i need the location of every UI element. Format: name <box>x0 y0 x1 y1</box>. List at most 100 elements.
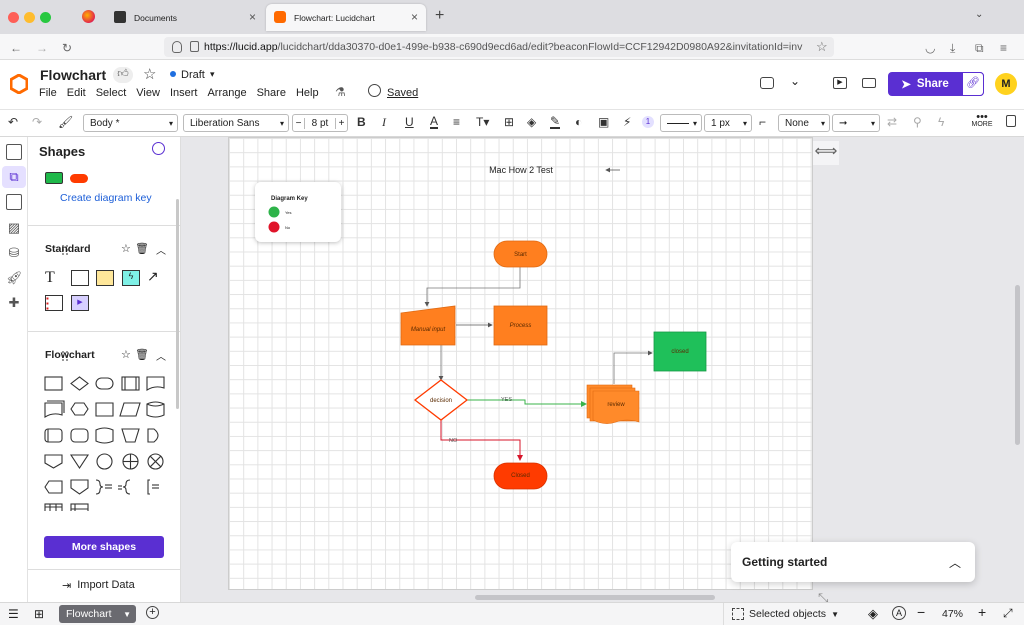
lock-icon[interactable] <box>190 41 199 52</box>
trash-icon[interactable]: 🗑︎ <box>135 348 149 361</box>
diagram-page[interactable]: Mac How 2 Test Diagram Key Yes No YES NO… <box>228 137 813 590</box>
align-icon[interactable]: ≡ <box>453 115 460 129</box>
action-shape[interactable]: ϟ <box>122 270 140 286</box>
swap-icon[interactable]: ⇄ <box>887 115 897 129</box>
sticky-note-shape[interactable] <box>96 270 114 286</box>
zoom-level[interactable]: 47% <box>942 608 963 620</box>
underline-icon[interactable]: U <box>405 115 414 129</box>
grid-view-icon[interactable]: ⊞ <box>34 607 44 621</box>
download-icon[interactable]: ⤓ <box>950 41 955 56</box>
chevron-down-icon[interactable]: ▾ <box>210 69 215 80</box>
undo-icon[interactable]: ↶ <box>8 115 18 129</box>
pocket-icon[interactable]: ◡ <box>925 41 935 55</box>
canvas-horizontal-scrollbar[interactable] <box>475 595 715 600</box>
pages-icon[interactable] <box>6 144 22 160</box>
text-shape[interactable]: T <box>45 269 63 286</box>
line-style-select[interactable]: ▾ <box>660 114 702 132</box>
back-icon[interactable]: ← <box>10 41 22 55</box>
video-call-icon[interactable] <box>862 78 876 88</box>
document-title[interactable]: Flowchart <box>40 67 106 83</box>
getting-started-panel[interactable]: Getting started ︿ <box>731 542 975 582</box>
close-tab-icon[interactable]: × <box>249 10 256 24</box>
bold-icon[interactable]: B <box>357 115 366 129</box>
action-icon[interactable]: ϟ <box>938 115 944 129</box>
decrease-font-icon[interactable]: − <box>293 117 305 129</box>
reload-icon[interactable]: ↻ <box>62 41 72 55</box>
panel-scrollbar[interactable] <box>176 199 179 409</box>
chevron-down-icon[interactable]: ⌄ <box>790 74 800 88</box>
fullscreen-icon[interactable]: ⤢ <box>1003 606 1013 621</box>
fill-color-icon[interactable]: ◈ <box>527 115 536 129</box>
menu-select[interactable]: Select <box>96 87 127 99</box>
rectangle-shape[interactable] <box>71 270 89 286</box>
standard-section-title[interactable]: Standard <box>45 243 91 255</box>
shapes-icon[interactable]: ⧉ <box>6 169 22 185</box>
lucid-logo-icon[interactable] <box>10 74 28 94</box>
layers-icon[interactable]: ◈ <box>868 606 878 622</box>
share-button[interactable]: ➤ Share <box>888 72 962 96</box>
chevron-up-icon[interactable]: ︿ <box>156 348 166 363</box>
node-decision[interactable]: decision <box>413 379 469 421</box>
create-diagram-key-link[interactable]: Create diagram key <box>60 192 152 204</box>
text-options-icon[interactable]: T▾ <box>476 115 489 129</box>
connector-yes[interactable] <box>467 399 587 407</box>
text-color-icon[interactable]: A <box>430 115 439 129</box>
menu-edit[interactable]: Edit <box>67 87 86 99</box>
menu-help[interactable]: Help <box>296 87 319 99</box>
node-manual-input[interactable]: Manual input <box>400 305 456 346</box>
present-icon[interactable]: ▶ <box>833 77 847 89</box>
menu-view[interactable]: View <box>136 87 160 99</box>
list-shape[interactable]: ▪︎ ▪︎ ▪︎ <box>45 295 63 313</box>
zoom-out-icon[interactable]: − <box>917 604 925 620</box>
more-button[interactable]: ••• MORE <box>966 112 998 129</box>
magic-wand-icon[interactable]: ⚡︎ <box>623 115 631 129</box>
saved-status[interactable]: Saved <box>387 87 418 99</box>
page-tab-flowchart[interactable]: Flowchart ▼ <box>59 605 136 623</box>
copy-link-button[interactable]: 🔗︎ <box>962 72 984 96</box>
canvas-vertical-scrollbar[interactable] <box>1015 285 1020 445</box>
chevron-up-icon[interactable]: ︿ <box>156 242 166 257</box>
line-color-icon[interactable]: ✎ <box>550 115 561 129</box>
chevron-up-icon[interactable]: ︿ <box>949 554 961 571</box>
italic-icon[interactable]: I <box>382 115 386 130</box>
add-page-icon[interactable]: + <box>146 606 159 619</box>
shape-options-icon[interactable]: ▣ <box>598 115 609 129</box>
tab-flowchart[interactable]: Flowchart: Lucidchart × <box>266 4 426 31</box>
key-swatch-green[interactable] <box>45 172 63 184</box>
search-icon[interactable] <box>152 142 165 155</box>
node-closed-terminal[interactable]: Closed <box>493 462 548 490</box>
history-clock-icon[interactable] <box>368 84 381 97</box>
maximize-window-button[interactable] <box>40 12 51 23</box>
node-process[interactable]: Process <box>493 305 548 346</box>
font-size-value[interactable]: 8 pt <box>305 118 335 129</box>
tab-documents[interactable]: Documents × <box>106 4 264 31</box>
key-swatch-red[interactable] <box>70 174 88 183</box>
new-tab-icon[interactable]: + <box>435 7 444 25</box>
import-data-button[interactable]: ⇥ Import Data <box>62 579 135 592</box>
tab-list-chevron-icon[interactable]: ⌄ <box>975 9 983 20</box>
page-list-icon[interactable]: ☰ <box>8 607 19 621</box>
comment-icon[interactable] <box>760 77 774 89</box>
link-icon[interactable]: ⚲ <box>913 115 922 129</box>
user-avatar[interactable]: M <box>995 73 1017 95</box>
integrations-icon[interactable]: ✚ <box>6 295 22 311</box>
menu-file[interactable]: File <box>39 87 57 99</box>
image-icon[interactable]: ▨ <box>6 220 22 236</box>
position-icon[interactable]: ⊞ <box>504 115 514 129</box>
data-icon[interactable]: ⛁ <box>6 245 22 261</box>
menu-insert[interactable]: Insert <box>170 87 198 99</box>
minimize-window-button[interactable] <box>24 12 35 23</box>
url-field[interactable]: https://lucid.app/lucidchart/dda30370-d0… <box>164 37 834 57</box>
node-start[interactable]: Start <box>493 240 548 268</box>
firefox-icon[interactable] <box>82 10 95 23</box>
redo-icon[interactable]: ↷ <box>32 115 42 129</box>
video-shape[interactable]: ▶ <box>71 295 89 311</box>
like-icon[interactable]: 👍︎ <box>113 67 133 83</box>
opacity-icon[interactable]: ◐ <box>575 115 582 129</box>
more-shapes-button[interactable]: More shapes <box>44 536 164 558</box>
close-window-button[interactable] <box>8 12 19 23</box>
shield-icon[interactable] <box>172 41 182 53</box>
expand-canvas-icon[interactable]: ⟺ <box>813 141 839 165</box>
arrow-end-select[interactable]: ➞ ▾ <box>832 114 880 132</box>
arrow-start-select[interactable]: None ▾ <box>778 114 830 132</box>
